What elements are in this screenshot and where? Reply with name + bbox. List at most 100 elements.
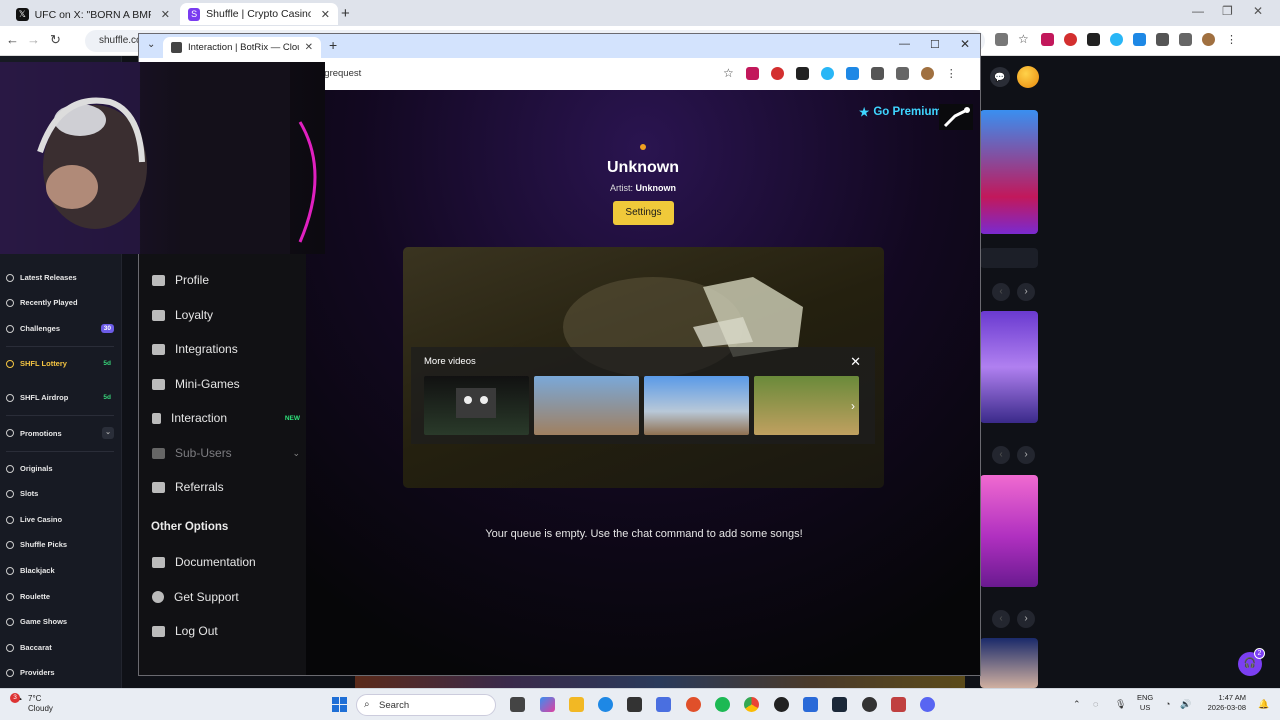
weather-widget[interactable]: 3 ☁ 7°C Cloudy: [10, 693, 53, 713]
nav-mini-games[interactable]: Mini-Games: [152, 377, 300, 391]
tab-ufc[interactable]: 𝕏 UFC on X: "BORN A BMF 🏆 @i ✕: [8, 3, 178, 25]
close-icon[interactable]: ✕: [305, 42, 313, 53]
sidebar-item-originals[interactable]: Originals: [6, 464, 114, 473]
menu-icon[interactable]: ⋮: [946, 67, 957, 80]
chevron-down-icon[interactable]: ⌄: [102, 427, 114, 439]
video-thumbnail[interactable]: [754, 376, 859, 435]
back-arrow-icon[interactable]: ←: [6, 32, 19, 47]
nav-documentation[interactable]: Documentation: [152, 555, 300, 569]
support-chat-button[interactable]: 🎧 2: [1238, 648, 1265, 676]
nav-profile[interactable]: Profile: [152, 273, 300, 287]
edge-icon[interactable]: [598, 697, 613, 712]
game-card[interactable]: [980, 311, 1038, 423]
star-icon[interactable]: ☆: [723, 67, 734, 80]
sidebar-item-blackjack[interactable]: Blackjack: [6, 566, 114, 575]
file-explorer-icon[interactable]: [569, 697, 584, 712]
sidebar-item-providers[interactable]: Providers: [6, 668, 114, 677]
sidebar-item-roulette[interactable]: Roulette: [6, 592, 114, 601]
sidebar-item-game-shows[interactable]: Game Shows: [6, 617, 114, 626]
avatar[interactable]: [1202, 33, 1215, 46]
chrome-icon[interactable]: [744, 697, 759, 712]
screenshot-icon[interactable]: [995, 33, 1008, 46]
forward-arrow-icon[interactable]: →: [27, 32, 40, 47]
network-icon[interactable]: ◌: [1093, 699, 1098, 709]
extension-icon[interactable]: [1064, 33, 1077, 46]
nav-interaction[interactable]: Interaction NEW: [152, 411, 300, 425]
tab-search-chevron-icon[interactable]: ⌄: [147, 39, 155, 50]
media-icon[interactable]: [895, 67, 909, 80]
task-view-icon[interactable]: [510, 697, 525, 712]
extension-icon[interactable]: [745, 67, 759, 80]
video-thumbnail[interactable]: [424, 376, 529, 435]
address-bar[interactable]: ngrequest: [309, 62, 719, 84]
extension-icon[interactable]: [795, 67, 809, 80]
media-icon[interactable]: [1179, 33, 1192, 46]
wifi-icon[interactable]: ◔: [1165, 699, 1170, 709]
language-indicator[interactable]: ENG US: [1137, 693, 1153, 713]
minimize-button[interactable]: —: [899, 38, 910, 50]
discord-icon[interactable]: [920, 697, 935, 712]
game-card[interactable]: [980, 475, 1038, 587]
extension-icon[interactable]: [1133, 33, 1146, 46]
chevron-right-icon[interactable]: ›: [851, 399, 855, 413]
copilot-icon[interactable]: [540, 697, 555, 712]
microphone-icon[interactable]: 🎙: [1115, 699, 1126, 710]
close-icon[interactable]: ✕: [161, 8, 170, 21]
tab-botrix[interactable]: Interaction | BotRix — Cloud Str ✕: [163, 37, 321, 58]
sidebar-item-promotions[interactable]: Promotions ⌄: [6, 427, 114, 439]
coin-icon[interactable]: [1017, 66, 1039, 88]
nav-sub-users[interactable]: Sub-Users ⌄: [152, 446, 300, 460]
next-app-icon[interactable]: [627, 697, 642, 712]
nav-get-support[interactable]: Get Support: [152, 590, 300, 604]
chat-icon[interactable]: 💬: [990, 67, 1010, 87]
app-icon[interactable]: [774, 697, 789, 712]
sidebar-item-slots[interactable]: Slots: [6, 489, 114, 498]
star-icon[interactable]: ☆: [1018, 33, 1031, 46]
game-card[interactable]: [980, 110, 1038, 234]
menu-icon[interactable]: ⋮: [1225, 33, 1238, 46]
chevron-left-icon[interactable]: ‹: [992, 446, 1010, 464]
sidebar-item-challenges[interactable]: Challenges 30: [6, 324, 114, 333]
close-icon[interactable]: ✕: [321, 8, 330, 21]
extension-icon[interactable]: [1041, 33, 1054, 46]
puzzle-icon[interactable]: [870, 67, 884, 80]
reload-icon[interactable]: ↻: [50, 32, 61, 48]
settings-button[interactable]: Settings: [613, 201, 674, 225]
sidebar-item-shfl-lottery[interactable]: SHFL Lottery 5d: [6, 359, 114, 368]
extension-icon[interactable]: [845, 67, 859, 80]
puzzle-icon[interactable]: [1156, 33, 1169, 46]
game-card[interactable]: [980, 638, 1038, 688]
video-thumbnail[interactable]: [534, 376, 639, 435]
app-icon[interactable]: [803, 697, 818, 712]
close-window-button[interactable]: ✕: [960, 37, 970, 51]
chevron-right-icon[interactable]: ›: [1017, 283, 1035, 301]
new-tab-button[interactable]: +: [341, 5, 350, 22]
app-icon[interactable]: [891, 697, 906, 712]
steam-icon[interactable]: [832, 697, 847, 712]
sidebar-item-shfl-airdrop[interactable]: SHFL Airdrop 5d: [6, 393, 114, 402]
sidebar-item-baccarat[interactable]: Baccarat: [6, 643, 114, 652]
spotify-icon[interactable]: [715, 697, 730, 712]
windows-start-icon[interactable]: [332, 697, 347, 712]
avatar[interactable]: [920, 67, 934, 80]
sidebar-item-latest-releases[interactable]: Latest Releases: [6, 273, 114, 282]
sidebar-item-shuffle-picks[interactable]: Shuffle Picks: [6, 540, 114, 549]
extension-icon[interactable]: [820, 67, 834, 80]
chevron-up-icon[interactable]: ⌃: [1073, 699, 1081, 710]
close-window-button[interactable]: ✕: [1253, 4, 1263, 18]
go-premium-link[interactable]: ★ Go Premium: [859, 105, 942, 119]
clock[interactable]: 1:47 AM 2026-03-08: [1198, 693, 1246, 713]
notifications-icon[interactable]: 🔔: [1258, 699, 1269, 710]
app-icon[interactable]: [862, 697, 877, 712]
sidebar-item-recently-played[interactable]: Recently Played: [6, 298, 114, 307]
nav-log-out[interactable]: Log Out: [152, 624, 300, 638]
chevron-left-icon[interactable]: ‹: [992, 283, 1010, 301]
new-tab-button[interactable]: +: [329, 37, 337, 53]
sidebar-item-live-casino[interactable]: Live Casino: [6, 515, 114, 524]
close-icon[interactable]: ✕: [850, 354, 861, 370]
chevron-right-icon[interactable]: ›: [1017, 610, 1035, 628]
nav-integrations[interactable]: Integrations: [152, 342, 300, 356]
maximize-button[interactable]: ❐: [1222, 4, 1233, 18]
extension-icon[interactable]: [770, 67, 784, 80]
chevron-right-icon[interactable]: ›: [1017, 446, 1035, 464]
